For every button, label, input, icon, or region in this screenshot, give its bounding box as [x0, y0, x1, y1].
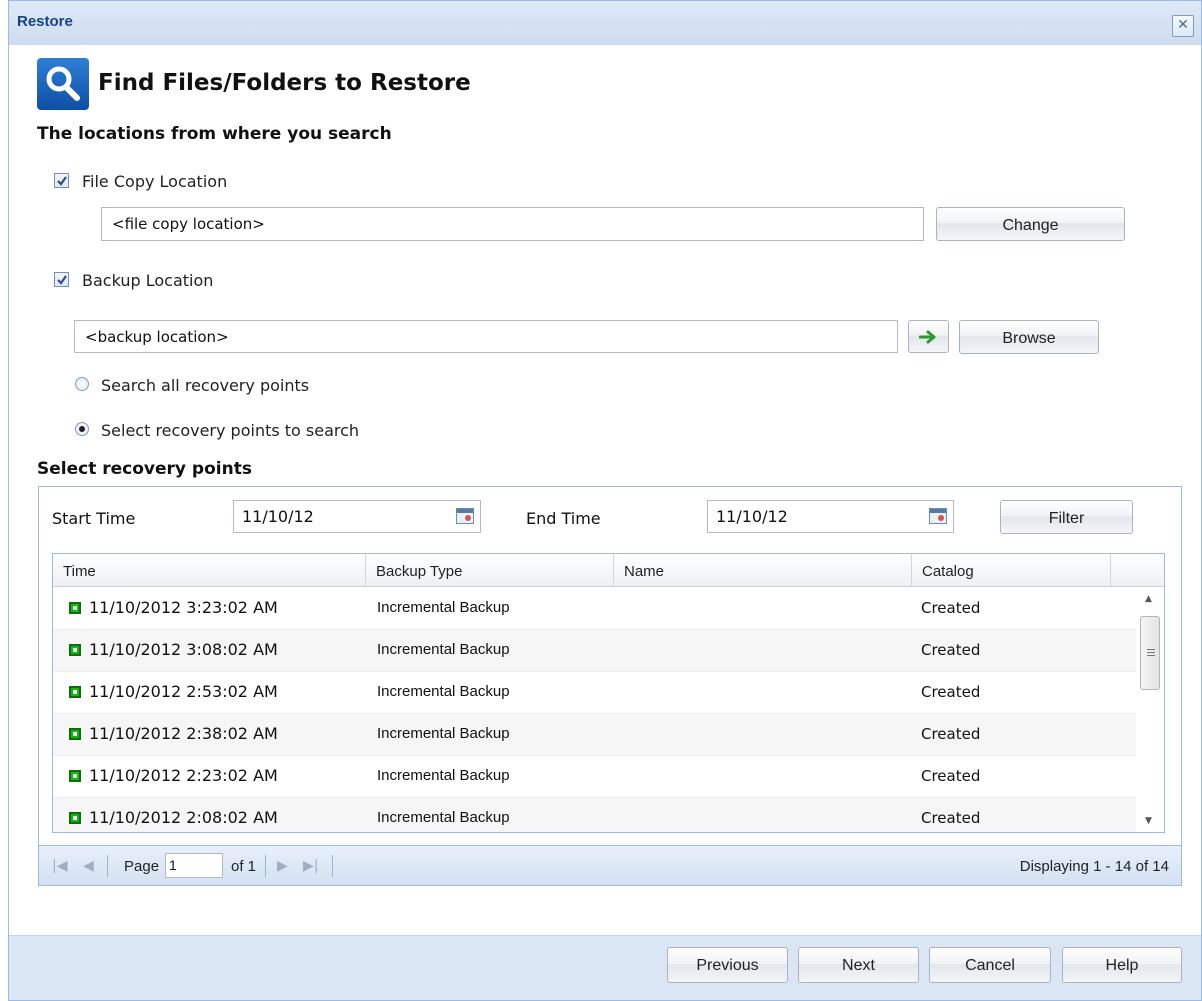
change-button[interactable]: Change — [936, 207, 1125, 241]
catalog-cell: Created — [921, 809, 981, 827]
search-all-radio[interactable] — [75, 377, 89, 391]
page-title: Find Files/Folders to Restore — [98, 70, 471, 96]
catalog-cell: Created — [921, 641, 981, 659]
window-edge — [0, 0, 8, 1001]
dialog-title: Restore — [17, 13, 73, 30]
calendar-icon[interactable] — [929, 508, 947, 524]
paging-toolbar: |◀ ◀ Page 1 of 1 ▶ ▶| Displaying 1 - 14 … — [38, 846, 1182, 886]
page-of-label: of 1 — [231, 858, 257, 875]
column-header-backup-type[interactable]: Backup Type — [366, 554, 614, 587]
next-button-label: Next — [842, 957, 875, 974]
table-row[interactable]: 11/10/2012 2:23:02 AM Incremental Backup… — [53, 756, 1136, 798]
backup-checkbox[interactable] — [54, 272, 69, 287]
first-page-icon[interactable]: |◀ — [52, 858, 67, 874]
change-button-label: Change — [1002, 217, 1059, 234]
start-time-label: Start Time — [52, 509, 136, 528]
column-header-catalog[interactable]: Catalog — [912, 554, 1111, 587]
time-cell: 11/10/2012 2:23:02 AM — [69, 756, 278, 798]
locations-section-title: The locations from where you search — [37, 124, 392, 144]
search-icon — [37, 58, 89, 110]
next-button[interactable]: Next — [798, 947, 919, 983]
last-page-icon[interactable]: ▶| — [303, 858, 318, 874]
recovery-point-icon — [69, 770, 81, 782]
catalog-cell: Created — [921, 767, 981, 785]
display-count: Displaying 1 - 14 of 14 — [1019, 858, 1169, 875]
time-text: 11/10/2012 2:38:02 AM — [89, 724, 278, 743]
catalog-cell: Created — [921, 599, 981, 617]
recovery-point-icon — [69, 812, 81, 824]
table-row[interactable]: 11/10/2012 3:08:02 AM Incremental Backup… — [53, 630, 1136, 672]
close-icon[interactable]: ✕ — [1172, 15, 1194, 37]
start-time-field[interactable]: 11/10/12 — [233, 500, 481, 533]
recovery-point-icon — [69, 602, 81, 614]
backup-type-cell: Incremental Backup — [377, 641, 510, 658]
recovery-point-icon — [69, 728, 81, 740]
recovery-points-grid: Time Backup Type Name Catalog 11/10/2012… — [52, 553, 1165, 833]
vertical-scrollbar[interactable]: ▲ ▼ — [1136, 588, 1164, 832]
backup-type-cell: Incremental Backup — [377, 767, 510, 784]
cancel-button[interactable]: Cancel — [929, 947, 1051, 983]
calendar-icon[interactable] — [456, 508, 474, 524]
scrollbar-thumb[interactable] — [1140, 616, 1160, 690]
select-points-radio[interactable] — [75, 422, 89, 436]
backup-location-field[interactable]: <backup location> — [74, 320, 898, 353]
backup-type-cell: Incremental Backup — [377, 809, 510, 826]
catalog-cell: Created — [921, 725, 981, 743]
browse-button-label: Browse — [1002, 330, 1056, 347]
recovery-point-icon — [69, 686, 81, 698]
table-row[interactable]: 11/10/2012 2:53:02 AM Incremental Backup… — [53, 672, 1136, 714]
column-header-time[interactable]: Time — [53, 554, 366, 587]
search-all-label: Search all recovery points — [101, 376, 310, 395]
time-text: 11/10/2012 2:08:02 AM — [89, 808, 278, 827]
recovery-point-icon — [69, 644, 81, 656]
toolbar-separator — [332, 855, 333, 877]
scroll-up-icon[interactable]: ▲ — [1145, 594, 1152, 604]
previous-button[interactable]: Previous — [667, 947, 788, 983]
table-row[interactable]: 11/10/2012 2:08:02 AM Incremental Backup… — [53, 798, 1136, 832]
time-text: 11/10/2012 3:08:02 AM — [89, 640, 278, 659]
grid-header: Time Backup Type Name Catalog — [53, 554, 1164, 587]
backup-type-cell: Incremental Backup — [377, 683, 510, 700]
time-cell: 11/10/2012 3:08:02 AM — [69, 630, 278, 672]
help-button-label: Help — [1105, 957, 1139, 974]
page-number-input[interactable]: 1 — [165, 853, 223, 878]
scroll-down-icon[interactable]: ▼ — [1145, 816, 1152, 826]
backup-type-cell: Incremental Backup — [377, 725, 510, 742]
time-cell: 11/10/2012 2:08:02 AM — [69, 798, 278, 832]
file-copy-field[interactable]: <file copy location> — [101, 207, 924, 241]
time-cell: 11/10/2012 3:23:02 AM — [69, 588, 278, 630]
go-button[interactable] — [908, 320, 949, 353]
recovery-section-title: Select recovery points — [37, 459, 252, 479]
time-text: 11/10/2012 2:53:02 AM — [89, 682, 278, 701]
time-text: 11/10/2012 2:23:02 AM — [89, 766, 278, 785]
file-copy-checkbox[interactable] — [54, 173, 69, 188]
backup-label: Backup Location — [82, 271, 214, 290]
browse-button[interactable]: Browse — [959, 320, 1099, 354]
help-button[interactable]: Help — [1062, 947, 1182, 983]
catalog-cell: Created — [921, 683, 981, 701]
file-copy-label: File Copy Location — [82, 172, 228, 191]
arrow-right-icon — [919, 330, 936, 344]
select-points-label: Select recovery points to search — [101, 421, 360, 440]
toolbar-separator — [107, 855, 108, 877]
filter-button[interactable]: Filter — [1000, 500, 1133, 534]
time-cell: 11/10/2012 2:38:02 AM — [69, 714, 278, 756]
dialog-titlebar: Restore — [8, 0, 1202, 45]
time-text: 11/10/2012 3:23:02 AM — [89, 598, 278, 617]
table-row[interactable]: 11/10/2012 3:23:02 AM Incremental Backup… — [53, 588, 1136, 630]
end-time-field[interactable]: 11/10/12 — [707, 500, 954, 533]
table-row[interactable]: 11/10/2012 2:38:02 AM Incremental Backup… — [53, 714, 1136, 756]
page-label: Page — [124, 858, 160, 875]
cancel-button-label: Cancel — [965, 957, 1015, 974]
previous-button-label: Previous — [696, 957, 759, 974]
filter-button-label: Filter — [1048, 510, 1085, 527]
prev-page-icon[interactable]: ◀ — [83, 858, 94, 874]
end-time-label: End Time — [526, 509, 601, 528]
backup-type-cell: Incremental Backup — [377, 599, 510, 616]
time-cell: 11/10/2012 2:53:02 AM — [69, 672, 278, 714]
column-header-name[interactable]: Name — [614, 554, 912, 587]
toolbar-separator — [265, 855, 266, 877]
next-page-icon[interactable]: ▶ — [277, 858, 288, 874]
